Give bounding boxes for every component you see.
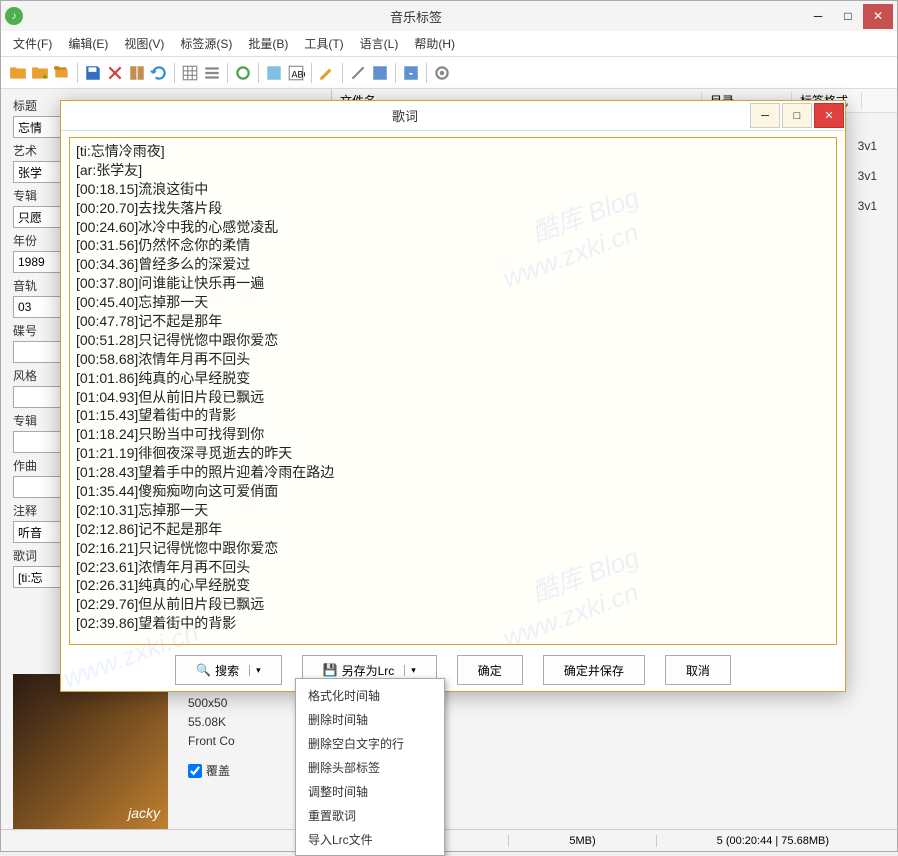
tag-value: 3v1 xyxy=(858,191,877,221)
art-size: 55.08K xyxy=(188,713,235,732)
lyrics-line: [ti:忘情冷雨夜] xyxy=(76,142,830,161)
lyrics-line: [00:45.40]忘掉那一天 xyxy=(76,293,830,312)
lyrics-line: [02:23.61]浓情年月再不回头 xyxy=(76,558,830,577)
minimize-button[interactable]: ─ xyxy=(803,4,833,29)
lyrics-line: [01:01.86]纯真的心早经脱变 xyxy=(76,369,830,388)
art-type: Front Co xyxy=(188,732,235,751)
tag-value: 3v1 xyxy=(858,161,877,191)
dialog-titlebar: 歌词 ─ □ ✕ xyxy=(61,101,845,131)
folder-icon[interactable] xyxy=(9,64,27,82)
lyrics-line: [00:31.56]仍然怀念你的柔情 xyxy=(76,236,830,255)
dropdown-item-delete-headers[interactable]: 删除头部标签 xyxy=(296,755,444,779)
lyrics-line: [ar:张学友] xyxy=(76,161,830,180)
chevron-down-icon[interactable]: ▾ xyxy=(404,665,416,676)
menu-view[interactable]: 视图(V) xyxy=(124,35,164,52)
save-icon: 💾 xyxy=(323,663,338,677)
lyrics-line: [02:16.21]只记得恍惚中跟你爱恋 xyxy=(76,539,830,558)
lyrics-textarea[interactable]: 酷库 Blog www.zxki.cn 酷库 Blog www.zxki.cn … xyxy=(69,137,837,645)
disk-icon[interactable] xyxy=(371,64,389,82)
overwrite-checkbox[interactable] xyxy=(188,764,202,778)
lyrics-line: [00:34.36]曾经多么的深爱过 xyxy=(76,255,830,274)
lyrics-line: [01:35.44]傻痴痴吻向这可爱俏面 xyxy=(76,482,830,501)
edit-icon[interactable] xyxy=(318,64,336,82)
lyrics-line: [02:12.86]记不起是那年 xyxy=(76,520,830,539)
dropdown-item-reset-lyrics[interactable]: 重置歌词 xyxy=(296,803,444,827)
lyrics-line: [02:26.31]纯真的心早经脱变 xyxy=(76,576,830,595)
lyrics-line: [00:58.68]浓情年月再不回头 xyxy=(76,350,830,369)
folder-add-icon[interactable]: + xyxy=(31,64,49,82)
lyrics-line: [01:15.43]望着街中的背影 xyxy=(76,406,830,425)
app-title: 音乐标签 xyxy=(29,7,803,26)
sync-icon[interactable] xyxy=(234,64,252,82)
lyrics-line: [00:51.28]只记得恍惚中跟你爱恋 xyxy=(76,331,830,350)
lyrics-line: [00:47.78]记不起是那年 xyxy=(76,312,830,331)
tag-value: 3v1 xyxy=(858,131,877,161)
album-art[interactable] xyxy=(13,674,168,829)
cancel-button[interactable]: 取消 xyxy=(665,655,731,685)
dialog-maximize-button[interactable]: □ xyxy=(782,103,812,128)
delete-icon[interactable] xyxy=(106,64,124,82)
app-icon: ♪ xyxy=(5,7,23,25)
svg-text:ABC: ABC xyxy=(292,69,306,79)
menu-edit[interactable]: 编辑(E) xyxy=(68,35,108,52)
dialog-minimize-button[interactable]: ─ xyxy=(750,103,780,128)
overwrite-label: 覆盖 xyxy=(206,762,230,781)
saveas-dropdown: 格式化时间轴 删除时间轴 删除空白文字的行 删除头部标签 调整时间轴 重置歌词 … xyxy=(295,678,445,856)
settings-icon[interactable] xyxy=(433,64,451,82)
refresh-icon[interactable] xyxy=(150,64,168,82)
tag-format-column: 3v1 3v1 3v1 xyxy=(858,131,877,221)
dropdown-item-adjust-timeline[interactable]: 调整时间轴 xyxy=(296,779,444,803)
art-dims: 500x50 xyxy=(188,694,235,713)
dropdown-item-format-timeline[interactable]: 格式化时间轴 xyxy=(296,683,444,707)
dialog-close-button[interactable]: ✕ xyxy=(814,103,844,128)
save-icon[interactable] xyxy=(84,64,102,82)
folders-icon[interactable] xyxy=(53,64,71,82)
lyrics-line: [01:18.24]只盼当中可找得到你 xyxy=(76,425,830,444)
image-icon[interactable] xyxy=(265,64,283,82)
search-icon: 🔍 xyxy=(196,663,211,677)
book-icon[interactable] xyxy=(128,64,146,82)
ok-button[interactable]: 确定 xyxy=(457,655,523,685)
lyrics-line: [00:24.60]冰冷中我的心感觉凌乱 xyxy=(76,218,830,237)
menu-tools[interactable]: 工具(T) xyxy=(304,35,343,52)
dialog-title: 歌词 xyxy=(61,106,749,125)
list-icon[interactable] xyxy=(203,64,221,82)
menu-language[interactable]: 语言(L) xyxy=(360,35,399,52)
grid-icon[interactable] xyxy=(181,64,199,82)
lyrics-line: [02:39.86]望着街中的背影 xyxy=(76,614,830,633)
status-seg-2: 5 (00:20:44 | 75.68MB) xyxy=(656,835,889,847)
export-icon[interactable] xyxy=(402,64,420,82)
toolbar: + ABC xyxy=(1,57,897,89)
main-titlebar: ♪ 音乐标签 ─ □ ✕ xyxy=(1,1,897,31)
lyrics-line: [01:04.93]但从前旧片段已飘远 xyxy=(76,388,830,407)
menubar: 文件(F) 编辑(E) 视图(V) 标签源(S) 批量(B) 工具(T) 语言(… xyxy=(1,31,897,57)
lyrics-line: [00:37.80]问谁能让快乐再一遍 xyxy=(76,274,830,293)
wand-icon[interactable] xyxy=(349,64,367,82)
lyrics-line: [00:20.70]去找失落片段 xyxy=(76,199,830,218)
menu-file[interactable]: 文件(F) xyxy=(13,35,52,52)
ok-save-button[interactable]: 确定并保存 xyxy=(543,655,645,685)
lyrics-line: [01:21.19]徘徊夜深寻觅逝去的昨天 xyxy=(76,444,830,463)
dropdown-item-delete-timeline[interactable]: 删除时间轴 xyxy=(296,707,444,731)
menu-help[interactable]: 帮助(H) xyxy=(414,35,455,52)
lyrics-line: [02:10.31]忘掉那一天 xyxy=(76,501,830,520)
lyrics-dialog: 歌词 ─ □ ✕ 酷库 Blog www.zxki.cn 酷库 Blog www… xyxy=(60,100,846,692)
svg-text:+: + xyxy=(42,71,47,81)
close-button[interactable]: ✕ xyxy=(863,4,893,29)
search-button[interactable]: 🔍搜索▾ xyxy=(175,655,282,685)
text-icon[interactable]: ABC xyxy=(287,64,305,82)
lyrics-line: [02:29.76]但从前旧片段已飘远 xyxy=(76,595,830,614)
menu-tagsource[interactable]: 标签源(S) xyxy=(180,35,232,52)
lyrics-line: [00:18.15]流浪这街中 xyxy=(76,180,830,199)
statusbar: 5MB) 5 (00:20:44 | 75.68MB) xyxy=(1,829,897,851)
lyrics-line: [01:28.43]望着手中的照片迎着冷雨在路边 xyxy=(76,463,830,482)
chevron-down-icon[interactable]: ▾ xyxy=(249,665,261,676)
maximize-button[interactable]: □ xyxy=(833,4,863,29)
dropdown-item-import-lrc[interactable]: 导入Lrc文件 xyxy=(296,827,444,851)
status-seg-1: 5MB) xyxy=(508,835,655,847)
menu-batch[interactable]: 批量(B) xyxy=(248,35,288,52)
dropdown-item-delete-empty[interactable]: 删除空白文字的行 xyxy=(296,731,444,755)
